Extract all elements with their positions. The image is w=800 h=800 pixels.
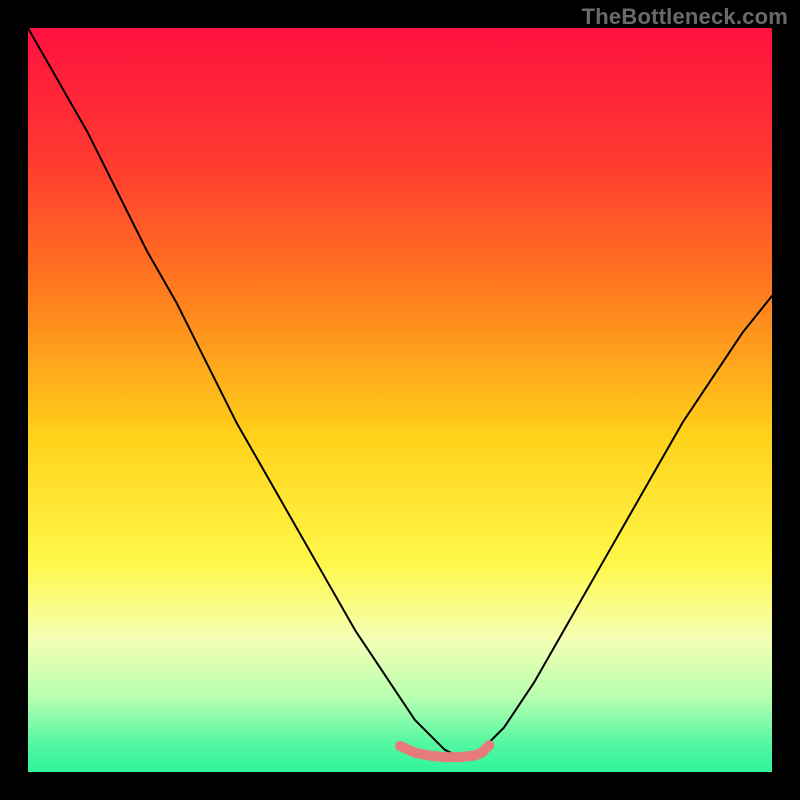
chart-svg <box>28 28 772 772</box>
plot-area <box>28 28 772 772</box>
watermark-text: TheBottleneck.com <box>582 4 788 30</box>
chart-frame: TheBottleneck.com <box>0 0 800 800</box>
gradient-background <box>28 28 772 772</box>
